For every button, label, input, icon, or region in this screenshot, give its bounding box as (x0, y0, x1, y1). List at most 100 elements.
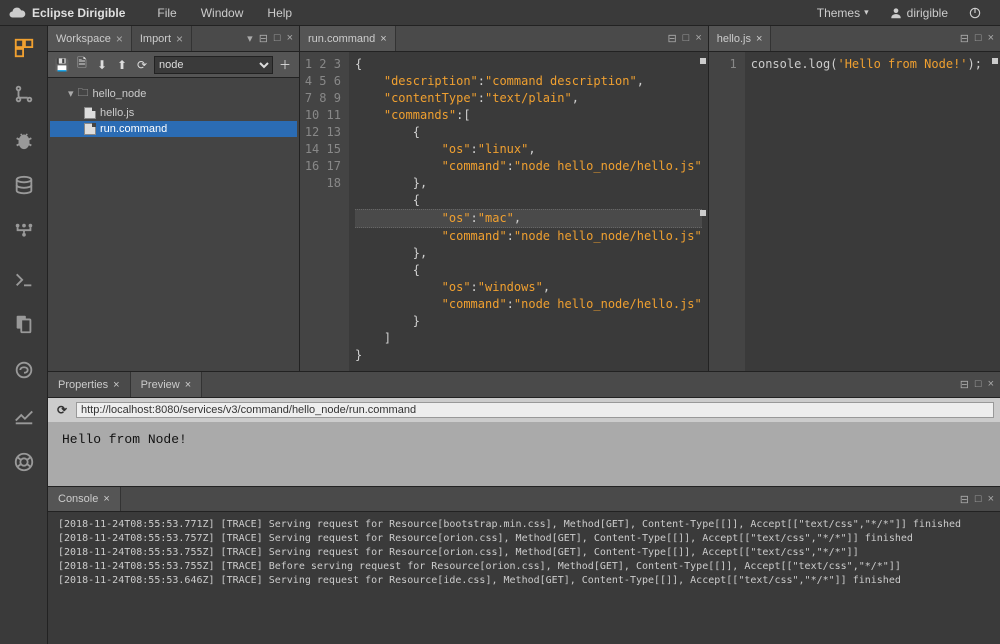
maximize-icon[interactable]: □ (973, 378, 984, 391)
close-icon[interactable]: × (693, 32, 703, 45)
publish-button[interactable]: 🗎 (74, 57, 90, 73)
preview-tab-controls: ⊟ □ × (958, 378, 1000, 391)
menu-help[interactable]: Help (255, 6, 304, 20)
maximize-icon[interactable]: □ (681, 32, 692, 45)
editor-right-controls: ⊟ □ × (958, 32, 1000, 45)
activity-repository[interactable] (10, 218, 38, 246)
activity-docs[interactable] (10, 310, 38, 338)
activity-help[interactable] (10, 448, 38, 476)
tab-label: Console (58, 493, 98, 505)
close-icon[interactable]: × (986, 493, 996, 506)
overview-marker (700, 58, 706, 64)
code-area-left[interactable]: 1 2 3 4 5 6 7 8 9 10 11 12 13 14 15 16 1… (300, 52, 708, 371)
app-root: Eclipse Dirigible File Window Help Theme… (0, 0, 1000, 644)
dropdown-icon[interactable]: ▾ (245, 32, 255, 45)
refresh-button[interactable]: ⟳ (54, 402, 70, 418)
user-label: dirigible (907, 6, 948, 20)
tab-properties[interactable]: Properties × (48, 372, 131, 397)
code[interactable]: console.log('Hello from Node!'); (745, 52, 1000, 371)
menubar: Eclipse Dirigible File Window Help Theme… (0, 0, 1000, 26)
activity-git[interactable] (10, 80, 38, 108)
minimize-icon[interactable]: ⊟ (958, 32, 971, 45)
activity-terminal[interactable] (10, 264, 38, 292)
new-button[interactable]: ＋ (277, 57, 293, 73)
minimize-icon[interactable]: ⊟ (958, 493, 971, 506)
code[interactable]: { "description":"command description", "… (349, 52, 708, 371)
sidebar-tabs: Workspace × Import × ▾ ⊟ □ × (48, 26, 299, 52)
tab-label: Preview (141, 379, 180, 391)
themes-dropdown[interactable]: Themes ▾ (807, 6, 879, 20)
close-icon[interactable]: × (380, 33, 386, 45)
tab-console[interactable]: Console × (48, 487, 121, 511)
tab-label: run.command (308, 33, 375, 45)
preview-text: Hello from Node! (62, 432, 187, 447)
activity-bar (0, 26, 48, 644)
close-icon[interactable]: × (103, 493, 109, 505)
file-icon (84, 107, 96, 119)
preview-tabs: Properties × Preview × ⊟ □ × (48, 372, 1000, 398)
user-menu[interactable]: dirigible (879, 6, 958, 20)
power-icon (968, 6, 982, 20)
upload-button[interactable]: ⬆ (114, 57, 130, 73)
sidebar-tab-controls: ▾ ⊟ □ × (245, 32, 299, 45)
main-area: Workspace × Import × ▾ ⊟ □ × (0, 26, 1000, 644)
close-icon[interactable]: × (113, 379, 119, 391)
save-button[interactable]: 💾 (54, 57, 70, 73)
close-icon[interactable]: × (185, 379, 191, 391)
maximize-icon[interactable]: □ (272, 32, 283, 45)
preview-bar: ⟳ (48, 398, 1000, 422)
minimize-icon[interactable]: ⊟ (958, 378, 971, 391)
tab-preview[interactable]: Preview × (131, 372, 203, 397)
minimize-icon[interactable]: ⊟ (257, 32, 270, 45)
activity-database[interactable] (10, 172, 38, 200)
activity-operations[interactable] (10, 402, 38, 430)
workspace-select[interactable]: node (154, 56, 273, 74)
close-icon[interactable]: × (986, 32, 996, 45)
sidebar: Workspace × Import × ▾ ⊟ □ × (48, 26, 300, 371)
tree-file-runcommand[interactable]: run.command (50, 121, 297, 137)
menu-window[interactable]: Window (189, 6, 256, 20)
editor-left: run.command × ⊟ □ × 1 2 3 4 5 6 7 8 9 10… (300, 26, 709, 371)
tab-import-label: Import (140, 33, 171, 45)
activity-workbench[interactable] (10, 34, 38, 62)
editors: run.command × ⊟ □ × 1 2 3 4 5 6 7 8 9 10… (300, 26, 1000, 371)
tab-runcommand[interactable]: run.command × (300, 26, 396, 51)
refresh-button[interactable]: ⟳ (134, 57, 150, 73)
url-input[interactable] (76, 402, 994, 418)
maximize-icon[interactable]: □ (973, 32, 984, 45)
console-tabs: Console × ⊟ □ × (48, 486, 1000, 512)
cloud-icon (8, 4, 26, 22)
minimize-icon[interactable]: ⊟ (665, 32, 678, 45)
tree-folder-root[interactable]: ▾ 🗀 hello_node (50, 82, 297, 105)
editor-left-controls: ⊟ □ × (665, 32, 707, 45)
console-tab-controls: ⊟ □ × (958, 493, 1000, 506)
preview-body: Hello from Node! (48, 422, 1000, 486)
user-icon (889, 6, 903, 20)
tab-hellojs[interactable]: hello.js × (709, 26, 772, 51)
close-icon[interactable]: × (285, 32, 295, 45)
tab-workspace[interactable]: Workspace × (48, 26, 132, 51)
code-area-right[interactable]: 1 console.log('Hello from Node!'); (709, 52, 1000, 371)
maximize-icon[interactable]: □ (973, 493, 984, 506)
close-icon[interactable]: × (176, 32, 183, 46)
file-label: run.command (100, 123, 167, 135)
close-icon[interactable]: × (756, 33, 762, 45)
menu-file[interactable]: File (145, 6, 188, 20)
overview-marker (700, 210, 706, 216)
power-button[interactable] (958, 6, 992, 20)
editor-left-tabs: run.command × ⊟ □ × (300, 26, 708, 52)
close-icon[interactable]: × (116, 32, 123, 46)
console-body[interactable]: [2018-11-24T08:55:53.771Z] [TRACE] Servi… (48, 512, 1000, 644)
brand: Eclipse Dirigible (8, 4, 125, 22)
close-icon[interactable]: × (986, 378, 996, 391)
file-label: hello.js (100, 107, 134, 119)
lower-panels: Properties × Preview × ⊟ □ × ⟳ (48, 372, 1000, 644)
export-button[interactable]: ⬇ (94, 57, 110, 73)
tab-import[interactable]: Import × (132, 26, 192, 51)
activity-discussions[interactable] (10, 356, 38, 384)
workspace-toolbar: 💾 🗎 ⬇ ⬆ ⟳ node ＋ (48, 52, 299, 78)
code-token: console.log (751, 57, 830, 71)
activity-debug[interactable] (10, 126, 38, 154)
tree-file-hello[interactable]: hello.js (50, 105, 297, 121)
tab-label: hello.js (717, 33, 751, 45)
